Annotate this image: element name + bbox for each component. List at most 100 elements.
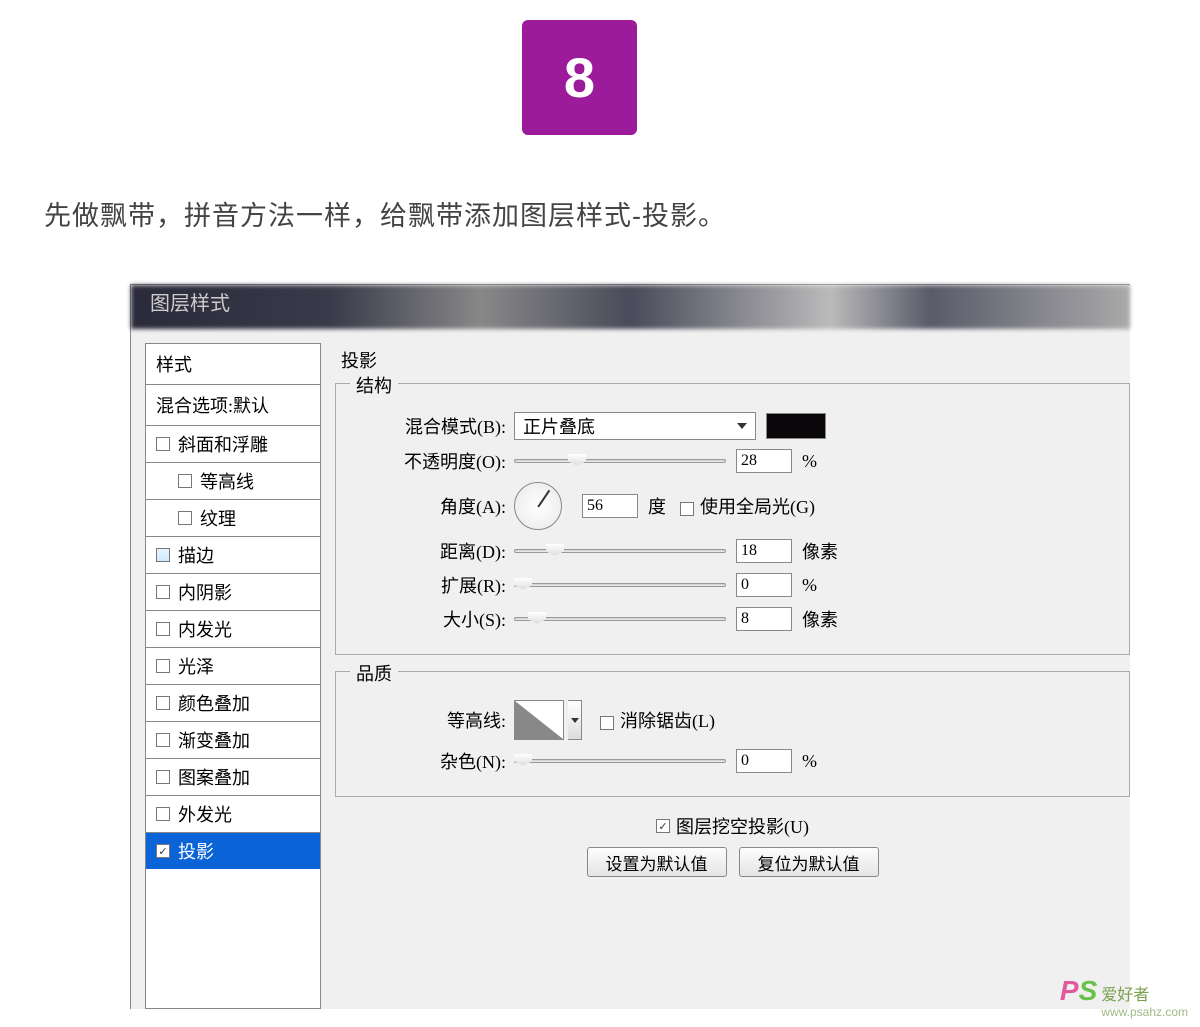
sidebar-item-label: 光泽	[178, 653, 214, 679]
contour-label: 等高线:	[350, 707, 506, 733]
sidebar-item-bevel[interactable]: 斜面和浮雕	[146, 426, 320, 463]
sidebar-blending-options[interactable]: 混合选项:默认	[146, 385, 320, 426]
style-sidebar: 样式 混合选项:默认 斜面和浮雕 等高线 纹理 描边 内阴影 内发光 光泽 颜色…	[145, 343, 321, 1009]
sidebar-item-contour[interactable]: 等高线	[146, 463, 320, 500]
knockout-checkbox[interactable]	[656, 819, 670, 833]
angle-label: 角度(A):	[350, 493, 506, 519]
sidebar-item-label: 图案叠加	[178, 764, 250, 790]
global-light-checkbox[interactable]	[680, 502, 694, 516]
sidebar-item-color-overlay[interactable]: 颜色叠加	[146, 685, 320, 722]
sidebar-item-satin[interactable]: 光泽	[146, 648, 320, 685]
noise-slider[interactable]	[514, 751, 726, 771]
angle-unit: 度	[648, 493, 666, 519]
spread-unit: %	[802, 575, 817, 596]
layer-style-dialog: 样式 混合选项:默认 斜面和浮雕 等高线 纹理 描边 内阴影 内发光 光泽 颜色…	[130, 284, 1130, 1009]
sidebar-item-pattern-overlay[interactable]: 图案叠加	[146, 759, 320, 796]
distance-slider[interactable]	[514, 541, 726, 561]
sidebar-item-inner-shadow[interactable]: 内阴影	[146, 574, 320, 611]
knockout-label: 图层挖空投影(U)	[676, 813, 809, 839]
blend-mode-dropdown[interactable]: 正片叠底	[514, 412, 756, 440]
sidebar-item-label: 描边	[178, 542, 214, 568]
checkbox-icon[interactable]	[156, 844, 170, 858]
antialias-checkbox[interactable]	[600, 716, 614, 730]
structure-group: 结构 混合模式(B): 正片叠底 不透明度(O):	[335, 383, 1130, 655]
slider-thumb-icon[interactable]	[568, 454, 586, 466]
sidebar-item-label: 等高线	[200, 468, 254, 494]
sidebar-item-label: 内发光	[178, 616, 232, 642]
quality-group: 品质 等高线: 消除锯齿(L) 杂色(N):	[335, 671, 1130, 797]
slider-thumb-icon[interactable]	[514, 578, 532, 590]
distance-input[interactable]	[736, 539, 792, 563]
watermark-url: www.psahz.com	[1101, 1005, 1188, 1019]
size-input[interactable]	[736, 607, 792, 631]
distance-unit: 像素	[802, 538, 838, 564]
set-default-button[interactable]: 设置为默认值	[587, 847, 727, 877]
spread-input[interactable]	[736, 573, 792, 597]
sidebar-item-stroke[interactable]: 描边	[146, 537, 320, 574]
settings-panel: 投影 结构 混合模式(B): 正片叠底 不透明度(	[321, 343, 1130, 1009]
checkbox-icon[interactable]	[156, 437, 170, 451]
checkbox-icon[interactable]	[156, 733, 170, 747]
opacity-input[interactable]	[736, 449, 792, 473]
watermark: PS 爱好者 www.psahz.com	[1060, 975, 1188, 1019]
structure-legend: 结构	[350, 372, 398, 398]
sidebar-item-label: 斜面和浮雕	[178, 431, 268, 457]
angle-dial[interactable]	[514, 482, 562, 530]
contour-shape-icon	[515, 701, 563, 739]
checkbox-icon[interactable]	[178, 474, 192, 488]
sidebar-item-drop-shadow[interactable]: 投影	[146, 833, 320, 869]
checkbox-icon[interactable]	[156, 807, 170, 821]
chevron-down-icon	[737, 423, 747, 429]
distance-label: 距离(D):	[350, 538, 506, 564]
checkbox-icon[interactable]	[156, 548, 170, 562]
opacity-label: 不透明度(O):	[350, 448, 506, 474]
sidebar-header[interactable]: 样式	[146, 344, 320, 385]
contour-preview[interactable]	[514, 700, 564, 740]
sidebar-item-label: 外发光	[178, 801, 232, 827]
sidebar-item-label: 渐变叠加	[178, 727, 250, 753]
size-label: 大小(S):	[350, 606, 506, 632]
global-light-label: 使用全局光(G)	[700, 497, 815, 517]
dialog-title: 图层样式	[150, 287, 230, 316]
spread-slider[interactable]	[514, 575, 726, 595]
slider-thumb-icon[interactable]	[514, 754, 532, 766]
size-unit: 像素	[802, 606, 838, 632]
panel-title: 投影	[335, 347, 1130, 373]
spread-label: 扩展(R):	[350, 572, 506, 598]
noise-input[interactable]	[736, 749, 792, 773]
antialias-label: 消除锯齿(L)	[620, 711, 715, 731]
dial-needle-icon	[537, 490, 549, 507]
sidebar-item-inner-glow[interactable]: 内发光	[146, 611, 320, 648]
sidebar-item-texture[interactable]: 纹理	[146, 500, 320, 537]
slider-thumb-icon[interactable]	[546, 544, 564, 556]
checkbox-icon[interactable]	[156, 622, 170, 636]
checkbox-icon[interactable]	[156, 696, 170, 710]
instruction-text: 先做飘带，拼音方法一样，给飘带添加图层样式-投影。	[44, 194, 726, 233]
opacity-unit: %	[802, 451, 817, 472]
blend-mode-label: 混合模式(B):	[350, 413, 506, 439]
sidebar-item-label: 颜色叠加	[178, 690, 250, 716]
noise-unit: %	[802, 751, 817, 772]
size-slider[interactable]	[514, 609, 726, 629]
slider-thumb-icon[interactable]	[528, 612, 546, 624]
reset-default-button[interactable]: 复位为默认值	[739, 847, 879, 877]
watermark-logo: PS	[1060, 975, 1097, 1007]
blend-mode-value: 正片叠底	[523, 413, 595, 439]
sidebar-item-label: 纹理	[200, 505, 236, 531]
opacity-slider[interactable]	[514, 451, 726, 471]
sidebar-item-gradient-overlay[interactable]: 渐变叠加	[146, 722, 320, 759]
shadow-color-swatch[interactable]	[766, 413, 826, 439]
checkbox-icon[interactable]	[178, 511, 192, 525]
sidebar-item-outer-glow[interactable]: 外发光	[146, 796, 320, 833]
watermark-cn: 爱好者	[1101, 981, 1188, 1005]
titlebar	[131, 285, 1130, 329]
chevron-down-icon	[571, 718, 579, 723]
sidebar-item-label: 内阴影	[178, 579, 232, 605]
checkbox-icon[interactable]	[156, 770, 170, 784]
sidebar-item-label: 投影	[178, 838, 214, 864]
contour-dropdown[interactable]	[568, 700, 582, 740]
checkbox-icon[interactable]	[156, 659, 170, 673]
angle-input[interactable]	[582, 494, 638, 518]
checkbox-icon[interactable]	[156, 585, 170, 599]
quality-legend: 品质	[350, 660, 398, 686]
